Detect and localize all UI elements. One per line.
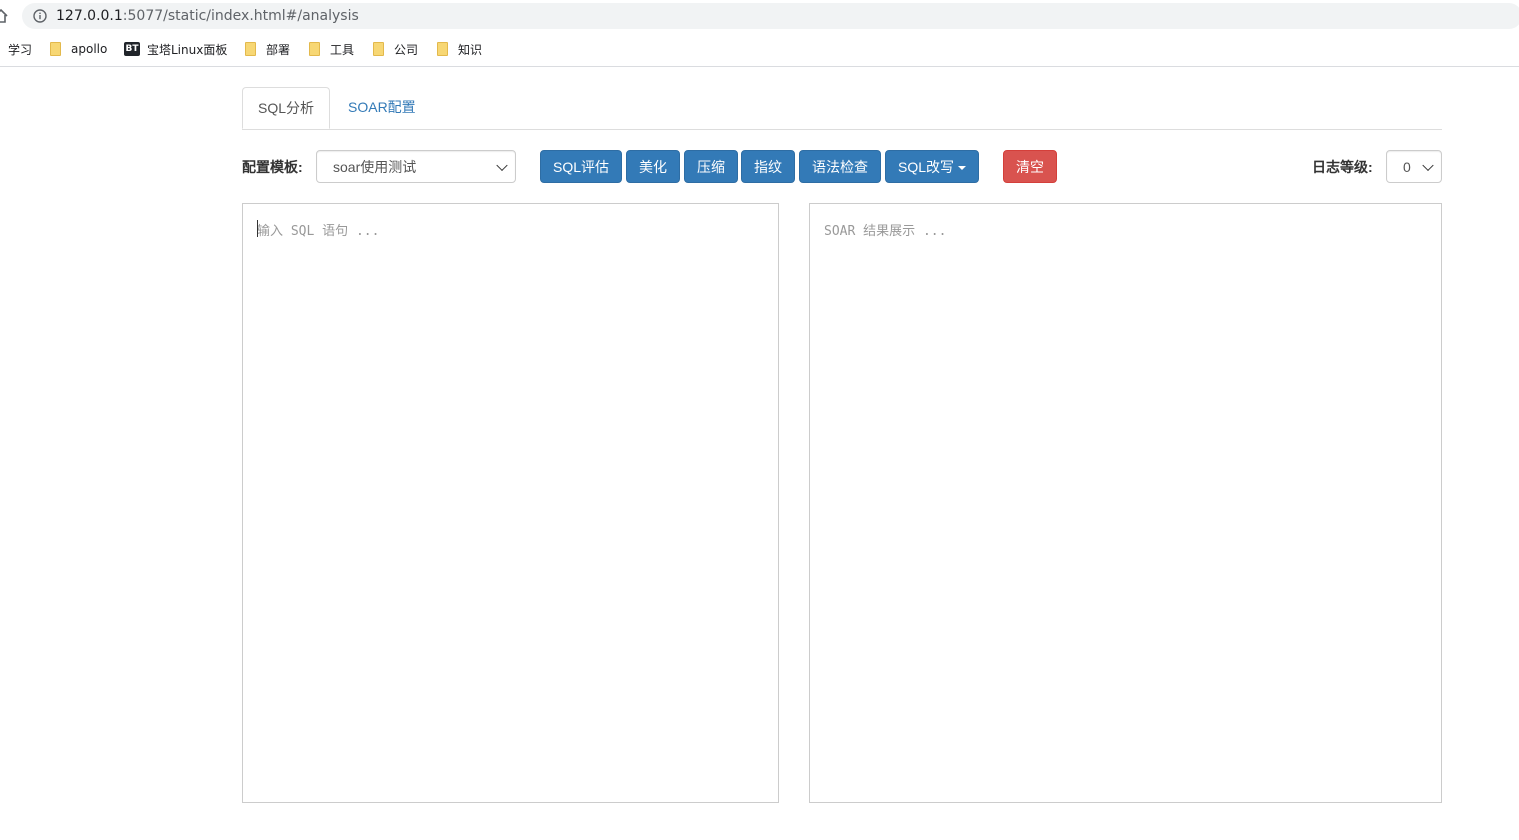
sql-rewrite-dropdown-button[interactable]: SQL改写	[885, 150, 979, 183]
template-select-value: soar使用测试	[333, 158, 417, 175]
clear-button[interactable]: 清空	[1003, 150, 1057, 183]
result-placeholder: SOAR 结果展示 ...	[824, 224, 947, 239]
bookmark-xuexi[interactable]: 学习	[8, 40, 32, 58]
bookmark-bushu[interactable]: 部署	[245, 40, 290, 58]
bookmark-gongsi[interactable]: 公司	[373, 40, 418, 58]
bookmark-label: 工具	[330, 42, 355, 57]
bookmark-zhishi[interactable]: 知识	[437, 40, 482, 58]
folder-icon	[309, 42, 320, 56]
folder-icon	[437, 42, 448, 56]
template-select[interactable]: soar使用测试	[316, 150, 516, 183]
bookmark-gongju[interactable]: 工具	[309, 40, 354, 58]
sql-rewrite-label: SQL改写	[897, 158, 954, 175]
folder-icon	[373, 42, 384, 56]
syntax-check-button[interactable]: 语法检查	[799, 150, 881, 183]
url-host: 127.0.0.1	[56, 8, 123, 24]
caret-down-icon	[958, 165, 966, 170]
site-info-icon[interactable]	[33, 9, 47, 23]
bookmark-apollo[interactable]: apollo	[50, 40, 107, 58]
text-cursor	[257, 220, 258, 237]
chevron-down-icon	[496, 159, 508, 171]
url-text: 127.0.0.1:5077/static/index.html#/analys…	[56, 8, 359, 24]
bookmark-baota[interactable]: BT 宝塔Linux面板	[124, 40, 227, 58]
folder-icon	[50, 42, 61, 56]
home-icon[interactable]	[0, 8, 8, 24]
template-label: 配置模板:	[242, 159, 303, 175]
url-field[interactable]: 127.0.0.1:5077/static/index.html#/analys…	[22, 3, 1519, 29]
chevron-down-icon	[1422, 159, 1434, 171]
sql-input-placeholder: 输入 SQL 语句 ...	[257, 224, 380, 239]
bookmark-label: 知识	[458, 42, 483, 57]
log-level-select[interactable]: 0	[1386, 150, 1442, 183]
bookmark-label: 宝塔Linux面板	[147, 42, 228, 57]
tab-sql-analysis[interactable]: SQL分析	[242, 87, 331, 129]
sql-input-editor[interactable]: 输入 SQL 语句 ...	[242, 203, 779, 803]
bookmark-label: 公司	[394, 42, 419, 57]
main-tabs: SQL分析 SOAR配置	[242, 87, 1442, 130]
bookmark-label: apollo	[71, 42, 108, 56]
bt-icon: BT	[124, 42, 140, 56]
bookmark-label: 学习	[8, 42, 33, 57]
url-path: :5077/static/index.html#/analysis	[122, 8, 359, 24]
tab-soar-config[interactable]: SOAR配置	[333, 87, 431, 128]
browser-address-bar: 127.0.0.1:5077/static/index.html#/analys…	[0, 0, 1519, 32]
compress-button[interactable]: 压缩	[684, 150, 738, 183]
log-level-value: 0	[1403, 158, 1411, 175]
fingerprint-button[interactable]: 指纹	[741, 150, 795, 183]
log-level-label: 日志等级:	[1312, 159, 1373, 175]
sql-evaluate-button[interactable]: SQL评估	[540, 150, 622, 183]
soar-result-panel[interactable]: SOAR 结果展示 ...	[809, 203, 1442, 803]
beautify-button[interactable]: 美化	[626, 150, 680, 183]
bookmark-label: 部署	[266, 42, 291, 57]
bookmarks-bar: 学习 apollo BT 宝塔Linux面板 部署 工具 公司 知识	[0, 32, 1519, 67]
folder-icon	[245, 42, 256, 56]
